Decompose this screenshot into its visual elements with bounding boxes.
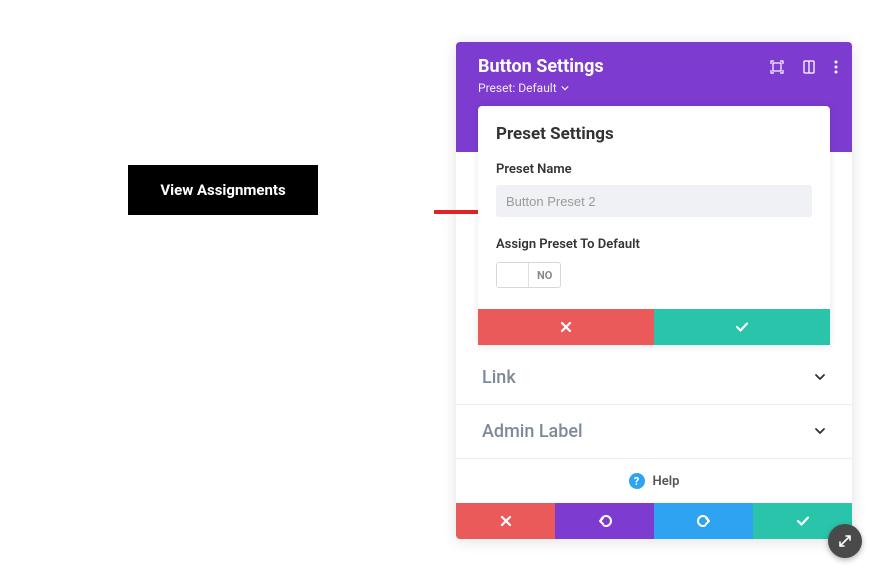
panel-header-icons: [770, 60, 838, 74]
section-admin-label[interactable]: Admin Label: [456, 404, 852, 459]
preset-cancel-button[interactable]: [478, 309, 654, 345]
preset-settings-title: Preset Settings: [496, 124, 812, 144]
view-assignments-button[interactable]: View Assignments: [128, 165, 318, 215]
close-icon: [500, 515, 512, 527]
chevron-down-icon: [561, 84, 569, 92]
device-preview-icon[interactable]: [802, 60, 816, 74]
resize-fab[interactable]: [828, 524, 862, 558]
help-icon: ?: [629, 473, 645, 489]
section-link[interactable]: Link: [456, 351, 852, 404]
close-icon: [560, 321, 572, 333]
discard-button[interactable]: [456, 503, 555, 539]
button-settings-panel: Button Settings Preset: Default Preset S…: [456, 42, 852, 539]
section-link-label: Link: [482, 367, 516, 388]
bottom-actions: [456, 503, 852, 539]
preset-name-label: Preset Name: [496, 162, 812, 177]
assign-default-label: Assign Preset To Default: [496, 237, 812, 252]
undo-icon: [597, 514, 613, 528]
toggle-value: NO: [529, 269, 560, 282]
chevron-down-icon: [814, 368, 826, 387]
check-icon: [796, 515, 810, 527]
preset-settings-card: Preset Settings Preset Name Assign Prese…: [478, 106, 830, 345]
kebab-menu-icon[interactable]: [834, 60, 838, 74]
redo-icon: [696, 514, 712, 528]
help-row[interactable]: ? Help: [456, 459, 852, 503]
expand-icon[interactable]: [770, 60, 784, 74]
preset-confirm-button[interactable]: [654, 309, 830, 345]
preset-actions: [478, 309, 830, 345]
preset-name-input[interactable]: [496, 185, 812, 217]
toggle-thumb: [497, 263, 529, 287]
resize-icon: [837, 533, 853, 549]
chevron-down-icon: [814, 422, 826, 441]
view-assignments-label: View Assignments: [160, 181, 285, 199]
preset-dropdown-label: Preset: Default: [478, 81, 557, 95]
help-label: Help: [653, 474, 680, 489]
assign-default-toggle[interactable]: NO: [496, 262, 561, 288]
check-icon: [735, 321, 749, 333]
redo-button[interactable]: [654, 503, 753, 539]
section-admin-label-text: Admin Label: [482, 421, 583, 442]
undo-button[interactable]: [555, 503, 654, 539]
preset-dropdown[interactable]: Preset: Default: [478, 81, 569, 95]
panel-header: Button Settings Preset: Default: [456, 42, 852, 106]
